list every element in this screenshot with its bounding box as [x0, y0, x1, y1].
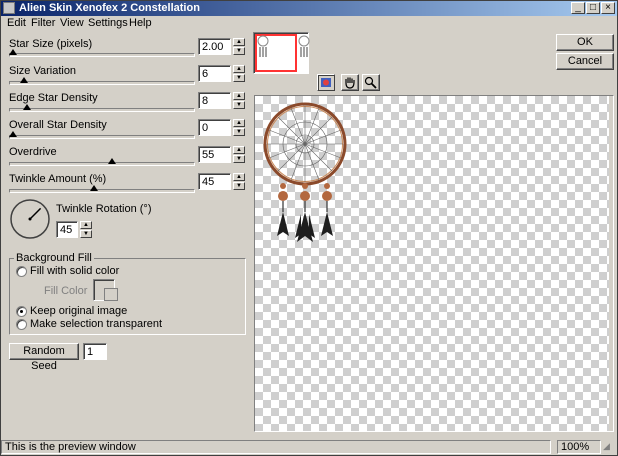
edge-star-density-input[interactable]: 8 [198, 92, 231, 109]
maximize-button[interactable]: □ [586, 2, 600, 14]
size-variation-spinner[interactable]: ▲ ▼ [233, 65, 245, 82]
star-size-slider-thumb[interactable] [9, 49, 17, 55]
twinkle-amount-input[interactable]: 45 [198, 173, 231, 190]
status-zoom: 100% [557, 440, 601, 454]
fill-solid-radio[interactable] [16, 266, 27, 277]
fill-color-picker-icon[interactable] [104, 288, 118, 301]
overdrive-slider[interactable] [9, 162, 195, 166]
preview-scrollbar[interactable] [609, 96, 613, 431]
size-variation-label: Size Variation [9, 65, 77, 77]
size-variation-input[interactable]: 6 [198, 65, 231, 82]
overall-star-density-label: Overall Star Density [9, 119, 107, 131]
fill-color-label: Fill Color [44, 285, 88, 297]
dreamcatcher-image [263, 102, 347, 242]
keep-original-radio[interactable] [16, 306, 27, 317]
size-variation-slider[interactable] [9, 81, 195, 85]
random-seed-button[interactable]: Random Seed [9, 343, 79, 372]
menu-view[interactable]: View [60, 17, 84, 29]
twinkle-amount-slider-thumb[interactable] [90, 185, 98, 191]
title-bar: Alien Skin Xenofex 2 Constellation _ □ × [1, 1, 617, 16]
menu-filter[interactable]: Filter [31, 17, 55, 29]
overdrive-slider-thumb[interactable] [108, 158, 116, 164]
overdrive-label: Overdrive [9, 146, 57, 158]
menu-settings[interactable]: Settings [88, 17, 128, 29]
twinkle-rotation-spinner[interactable]: ▲ ▼ [80, 221, 92, 238]
close-button[interactable]: × [601, 2, 615, 14]
random-seed-input[interactable]: 1 [83, 343, 107, 360]
overall-star-density-slider[interactable] [9, 135, 195, 139]
twinkle-rotation-input[interactable]: 45 [56, 221, 78, 238]
twinkle-amount-label: Twinkle Amount (%) [9, 173, 107, 185]
hand-icon[interactable] [341, 74, 359, 91]
twinkle-rotation-dial[interactable] [9, 198, 51, 240]
twinkle-amount-slider[interactable] [9, 189, 195, 193]
overdrive-input[interactable]: 55 [198, 146, 231, 163]
minimize-button[interactable]: _ [571, 2, 585, 14]
ok-button[interactable]: OK [556, 34, 614, 51]
star-size-spinner[interactable]: ▲ ▼ [233, 38, 245, 55]
overall-star-density-input[interactable]: 0 [198, 119, 231, 136]
edge-star-density-slider[interactable] [9, 108, 195, 112]
star-size-label: Star Size (pixels) [9, 38, 93, 50]
menu-edit[interactable]: Edit [7, 17, 26, 29]
preview-thumbnail[interactable] [253, 32, 310, 74]
edge-star-density-spinner[interactable]: ▲ ▼ [233, 92, 245, 109]
overall-star-density-slider-thumb[interactable] [9, 131, 17, 137]
preview-toggle-icon[interactable] [317, 74, 335, 91]
edge-star-density-slider-thumb[interactable] [23, 104, 32, 110]
edge-star-density-label: Edge Star Density [9, 92, 98, 104]
make-transparent-label: Make selection transparent [30, 318, 163, 330]
overall-star-density-spinner[interactable]: ▲ ▼ [233, 119, 245, 136]
zoom-icon[interactable] [362, 74, 380, 91]
star-size-slider[interactable] [9, 53, 195, 57]
star-size-input[interactable]: 2.00 [198, 38, 231, 55]
preview-window[interactable] [254, 95, 614, 432]
size-variation-slider-thumb[interactable] [19, 77, 28, 83]
keep-original-label: Keep original image [30, 305, 128, 317]
overdrive-spinner[interactable]: ▲ ▼ [233, 146, 245, 163]
cancel-button[interactable]: Cancel [556, 53, 614, 70]
app-icon [3, 2, 15, 14]
window-title: Alien Skin Xenofex 2 Constellation [19, 2, 200, 14]
make-transparent-radio[interactable] [16, 319, 27, 330]
background-fill-title: Background Fill [14, 252, 94, 264]
fill-solid-label: Fill with solid color [30, 265, 120, 277]
status-message: This is the preview window [1, 440, 551, 454]
plugin-window: Alien Skin Xenofex 2 Constellation _ □ ×… [0, 0, 618, 456]
menu-bar: Edit Filter View Settings Help [1, 16, 617, 31]
twinkle-rotation-label: Twinkle Rotation (°) [56, 203, 152, 215]
status-bar: This is the preview window 100% ◢ [1, 439, 617, 455]
twinkle-amount-spinner[interactable]: ▲ ▼ [233, 173, 245, 190]
resize-grip-icon[interactable]: ◢ [603, 441, 615, 453]
menu-help[interactable]: Help [129, 17, 152, 29]
